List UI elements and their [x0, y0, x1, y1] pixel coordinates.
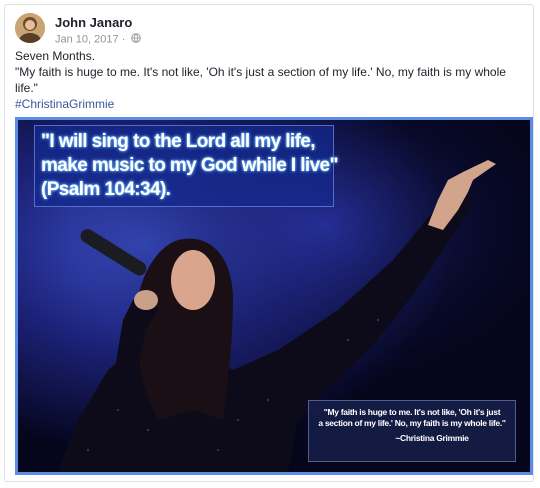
quote-line: a section of my life.' No, my faith is m… [318, 418, 506, 428]
verse-overlay: "I will sing to the Lord all my life, ma… [34, 125, 339, 207]
globe-icon[interactable] [131, 33, 142, 46]
hashtag-link[interactable]: #ChristinaGrimmie [15, 97, 114, 111]
post-text-line: Seven Months. [15, 49, 96, 63]
post-date[interactable]: Jan 10, 2017 [55, 34, 119, 46]
quote-overlay: "My faith is huge to me. It's not like, … [308, 400, 516, 462]
verse-reference: (Psalm 104:34). [41, 179, 171, 200]
meta-separator: · [121, 33, 126, 46]
post-text-quote: "My faith is huge to me. It's not like, … [15, 65, 506, 95]
avatar[interactable] [15, 13, 45, 43]
verse-line: "I will sing to the Lord all my life, [41, 131, 316, 152]
quote-line: "My faith is huge to me. It's not like, … [323, 407, 501, 417]
verse-line: make music to my God while I live" [41, 155, 339, 176]
post-meta: Jan 10, 2017 · [55, 33, 142, 46]
quote-attribution: ~Christina Grimmie [395, 433, 469, 443]
post-photo[interactable]: "I will sing to the Lord all my life, ma… [15, 117, 533, 475]
facebook-post: John Janaro Jan 10, 2017 · Seven Months.… [4, 4, 534, 482]
author-name[interactable]: John Janaro [55, 15, 132, 30]
post-text: Seven Months. "My faith is huge to me. I… [15, 48, 529, 112]
